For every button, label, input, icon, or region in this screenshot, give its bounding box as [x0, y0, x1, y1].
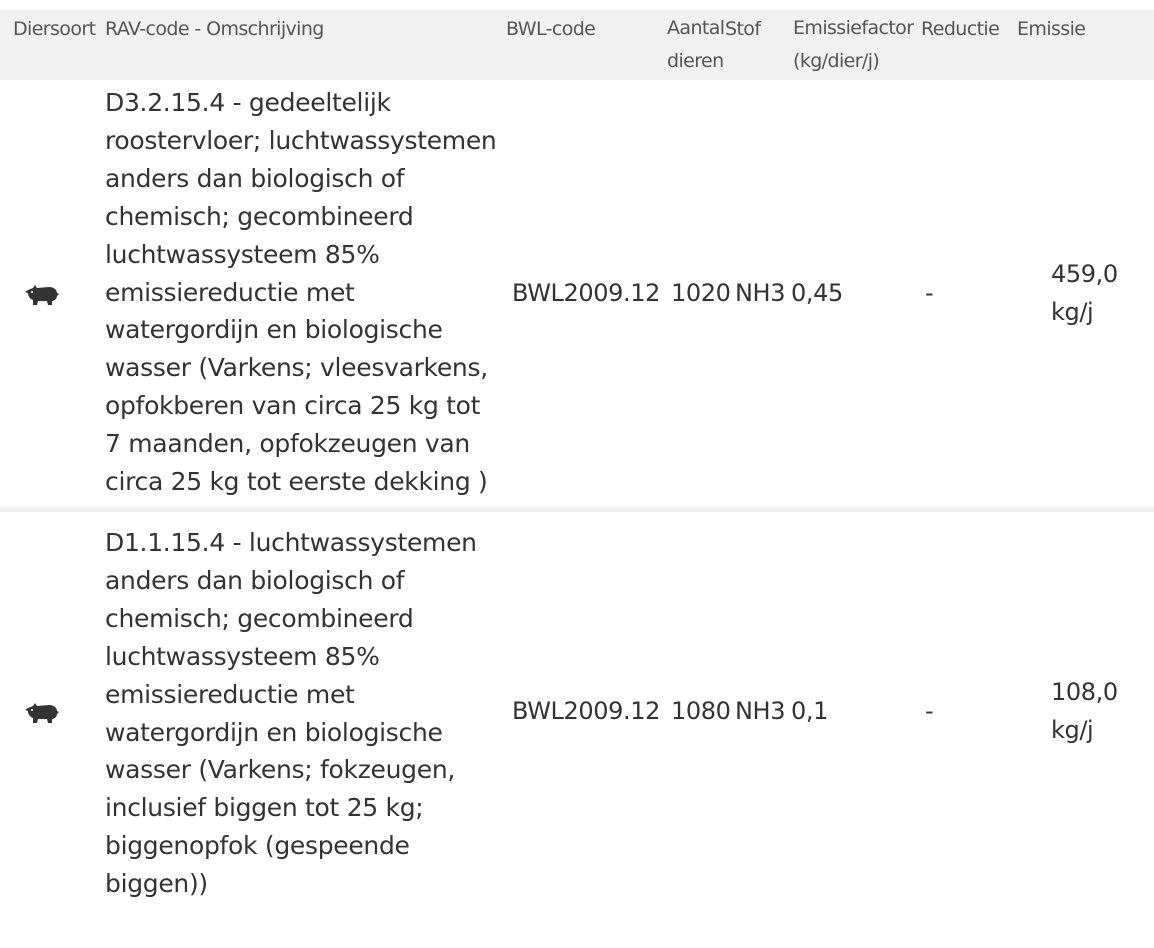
- table-row: D1.1.15.4 - luchtwassystemen anders dan …: [0, 509, 1154, 909]
- reductie-cell: -: [925, 696, 934, 725]
- emissiefactor-cell: 0,45: [778, 80, 915, 512]
- header-emissie: Emissie: [1017, 18, 1086, 40]
- aantal-cell: 1020: [653, 80, 731, 512]
- bwl-cell: BWL2009.12: [512, 696, 660, 725]
- diersoort-cell: [0, 509, 105, 909]
- pig-icon: [25, 285, 59, 306]
- bwl-cell: BWL2009.12: [497, 80, 660, 512]
- reductie-cell: -: [915, 80, 1013, 512]
- emissie-cell: 108,0 kg/j: [1051, 677, 1118, 744]
- aantal-cell: 1080: [671, 696, 731, 725]
- rav-cell: D3.2.15.4 - gedeeltelijk roostervloer; l…: [105, 80, 497, 512]
- diersoort-cell: [0, 80, 105, 512]
- rav-cell: D1.1.15.4 - luchtwassystemen anders dan …: [105, 527, 477, 899]
- emissions-table-wrapper: Diersoort RAV-code - Omschrijving BWL-co…: [0, 0, 1154, 909]
- table-header-row: Diersoort RAV-code - Omschrijving BWL-co…: [0, 10, 1154, 80]
- emissie-cell: 459,0 kg/j: [1013, 80, 1154, 512]
- header-bwl: BWL-code: [506, 18, 596, 40]
- header-aantal: Aantal dieren: [667, 17, 725, 72]
- header-rav: RAV-code - Omschrijving: [105, 18, 324, 40]
- header-diersoort: Diersoort: [13, 18, 96, 40]
- emissiefactor-cell: 0,1: [791, 696, 828, 725]
- pig-icon: [25, 702, 59, 723]
- header-reductie: Reductie: [921, 18, 1000, 40]
- header-emissiefactor: Emissiefactor (kg/dier/j): [793, 17, 914, 72]
- emissions-table: Diersoort RAV-code - Omschrijving BWL-co…: [0, 10, 1154, 909]
- table-row: D3.2.15.4 - gedeeltelijk roostervloer; l…: [0, 80, 1154, 512]
